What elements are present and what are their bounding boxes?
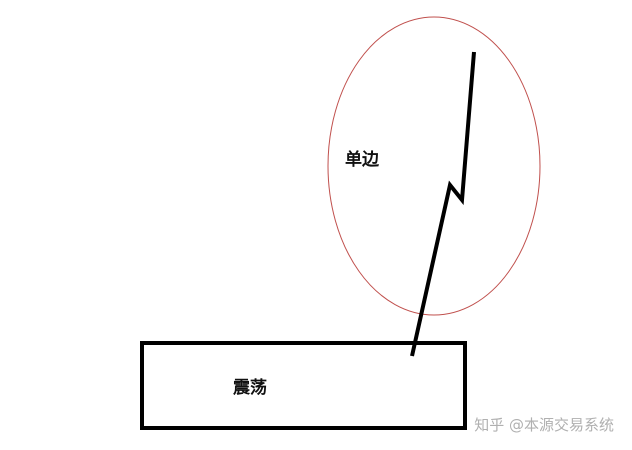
- trend-label: 单边: [345, 149, 380, 170]
- range-box: [140, 341, 467, 430]
- price-path-line: [410, 51, 476, 357]
- watermark-text: 知乎 @本源交易系统: [474, 416, 614, 434]
- diagram-canvas: 单边 震荡 知乎 @本源交易系统: [140, 16, 614, 434]
- range-label: 震荡: [232, 378, 267, 398]
